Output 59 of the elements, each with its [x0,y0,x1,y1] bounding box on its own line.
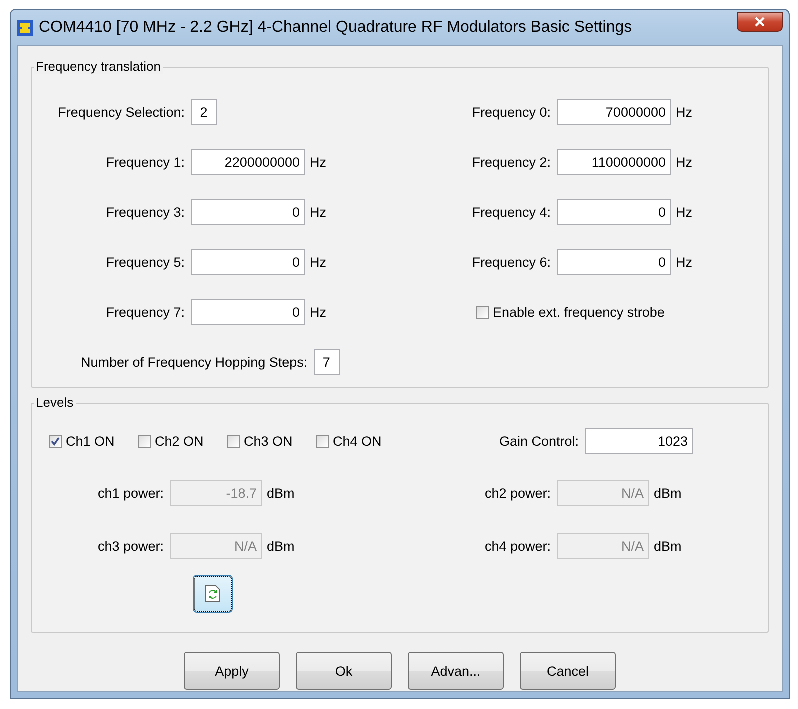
input-field[interactable]: 7 [314,349,340,375]
field-label: Frequency 2: [471,154,552,170]
field-label: ch4 power: [484,538,552,554]
refresh-icon [205,585,221,603]
input-field[interactable]: 2 [191,99,217,125]
field-label: Frequency 5: [105,254,186,270]
input-field: N/A [557,480,649,506]
input-field: N/A [557,533,649,559]
input-field: -18.7 [170,480,262,506]
checkbox[interactable]: Ch1 ON [49,434,138,448]
unit-label: Hz [310,154,326,170]
unit-label: dBm [654,538,682,554]
field-label: Frequency 3: [105,204,186,220]
dialog-button[interactable]: Apply [184,652,280,690]
group-title: Frequency translation [34,59,164,74]
dialog-button[interactable]: Advan... [408,652,504,690]
unit-label: Hz [310,304,326,320]
unit-label: Hz [310,254,326,270]
checkbox[interactable]: Enable ext. frequency strobe [476,304,665,320]
checkbox[interactable]: Ch4 ON [316,434,405,448]
field-label: ch1 power: [96,486,165,500]
checkbox[interactable]: Ch3 ON [227,434,316,448]
app-icon [17,20,33,36]
input-field[interactable]: 0 [557,249,671,275]
checkbox[interactable]: Ch2 ON [138,434,227,448]
field-label: Frequency 6: [471,254,552,270]
field-label: ch2 power: [484,486,552,500]
close-icon[interactable] [737,12,783,32]
field-label: ch3 power: [96,538,165,554]
check-icon [51,436,60,446]
unit-label: Hz [676,254,692,270]
field-label: Frequency 1: [105,154,186,170]
field-label: Frequency Selection: [57,104,186,120]
unit-label: Hz [676,154,692,170]
input-field[interactable]: 0 [191,299,305,325]
unit-label: Hz [310,204,326,220]
input-field: N/A [170,533,262,559]
input-field[interactable]: 1100000000 [557,149,671,175]
window-title: COM4410 [70 MHz - 2.2 GHz] 4-Channel Quadrature RF Modulators Basic Settings [39,18,632,36]
field-label: Number of Frequency Hopping Steps: [80,354,309,370]
field-label: Frequency 0: [471,104,552,120]
input-field[interactable]: 70000000 [557,99,671,125]
field-label: Frequency 4: [471,204,552,220]
input-field[interactable]: 0 [191,249,305,275]
field-label: Frequency 7: [105,304,186,320]
dialog-button[interactable]: Cancel [520,652,616,690]
input-field[interactable]: 2200000000 [191,149,305,175]
input-field[interactable]: 0 [191,199,305,225]
dialog-button[interactable]: Ok [296,652,392,690]
unit-label: dBm [267,486,295,500]
field-label: Gain Control: [498,434,580,448]
unit-label: Hz [676,204,692,220]
group-title: Levels [34,395,76,410]
input-field[interactable]: 1023 [585,428,693,454]
refresh-button[interactable] [194,576,232,612]
input-field[interactable]: 0 [557,199,671,225]
unit-label: dBm [267,538,295,554]
unit-label: Hz [676,104,692,120]
unit-label: dBm [654,486,682,500]
